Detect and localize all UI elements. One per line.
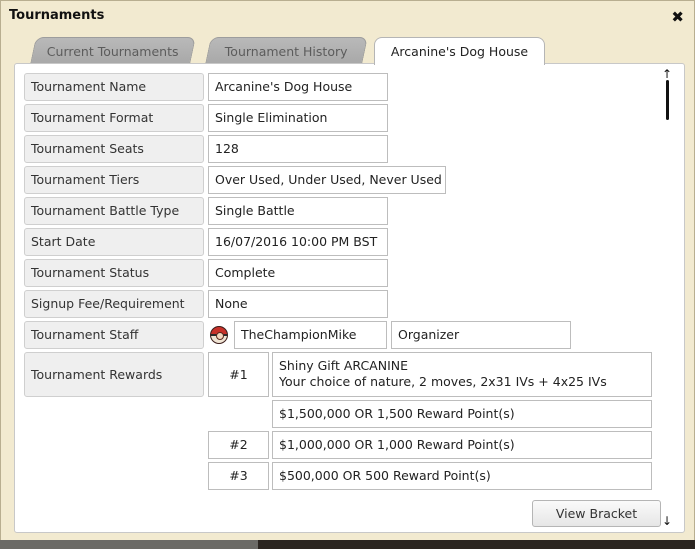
- title-bar[interactable]: Tournaments ✖: [1, 1, 694, 33]
- background-segment: [0, 540, 258, 549]
- tab-arcanines-dog-house[interactable]: Arcanine's Dog House: [374, 37, 545, 65]
- field-signup-fee: None: [208, 290, 388, 318]
- tab-label: Current Tournaments: [46, 44, 179, 59]
- tab-label: Arcanine's Dog House: [390, 44, 529, 59]
- tab-current-tournaments[interactable]: Current Tournaments: [30, 37, 196, 64]
- scroll-down-icon[interactable]: ↓: [662, 515, 672, 527]
- label-signup-fee: Signup Fee/Requirement: [24, 290, 204, 318]
- reward-1-line-1: Shiny Gift ARCANINE: [279, 358, 409, 373]
- label-battle-type: Tournament Battle Type: [24, 197, 204, 225]
- label-tournament-rewards: Tournament Rewards: [24, 352, 204, 397]
- label-tournament-staff: Tournament Staff: [24, 321, 204, 349]
- trainer-avatar-icon: [210, 326, 228, 344]
- label-tournament-tiers: Tournament Tiers: [24, 166, 204, 194]
- scrollbar-thumb[interactable]: [666, 80, 669, 120]
- field-tournament-seats: 128: [208, 135, 388, 163]
- tab-tournament-history[interactable]: Tournament History: [205, 37, 368, 64]
- view-bracket-button[interactable]: View Bracket: [532, 500, 661, 527]
- field-battle-type: Single Battle: [208, 197, 388, 225]
- tournaments-window: Tournaments ✖ Current Tournaments Tourna…: [0, 0, 695, 549]
- field-tournament-tiers: Over Used, Under Used, Never Used: [208, 166, 446, 194]
- reward-place-1: #1: [208, 352, 269, 397]
- scroll-up-icon[interactable]: ↑: [662, 68, 672, 80]
- reward-3-money: $500,000 OR 500 Reward Point(s): [272, 462, 652, 490]
- field-start-date: 16/07/2016 10:00 PM BST: [208, 228, 388, 256]
- tournament-detail-panel: Tournament Name Arcanine's Dog House Tou…: [14, 63, 685, 533]
- field-staff-role: Organizer: [391, 321, 571, 349]
- window-title: Tournaments: [9, 8, 105, 23]
- label-tournament-name: Tournament Name: [24, 73, 204, 101]
- field-tournament-name: Arcanine's Dog House: [208, 73, 388, 101]
- field-tournament-status: Complete: [208, 259, 388, 287]
- tab-label: Tournament History: [224, 44, 348, 59]
- field-tournament-format: Single Elimination: [208, 104, 388, 132]
- reward-1-item: Shiny Gift ARCANINE Your choice of natur…: [272, 352, 652, 397]
- label-tournament-seats: Tournament Seats: [24, 135, 204, 163]
- field-staff-name: TheChampionMike: [234, 321, 387, 349]
- reward-place-2: #2: [208, 431, 269, 459]
- label-tournament-status: Tournament Status: [24, 259, 204, 287]
- reward-place-3: #3: [208, 462, 269, 490]
- label-start-date: Start Date: [24, 228, 204, 256]
- background-strip: [0, 540, 695, 549]
- close-icon[interactable]: ✖: [671, 9, 684, 25]
- label-tournament-format: Tournament Format: [24, 104, 204, 132]
- reward-1-line-2: Your choice of nature, 2 moves, 2x31 IVs…: [279, 374, 607, 389]
- reward-1-money: $1,500,000 OR 1,500 Reward Point(s): [272, 400, 652, 428]
- reward-2-money: $1,000,000 OR 1,000 Reward Point(s): [272, 431, 652, 459]
